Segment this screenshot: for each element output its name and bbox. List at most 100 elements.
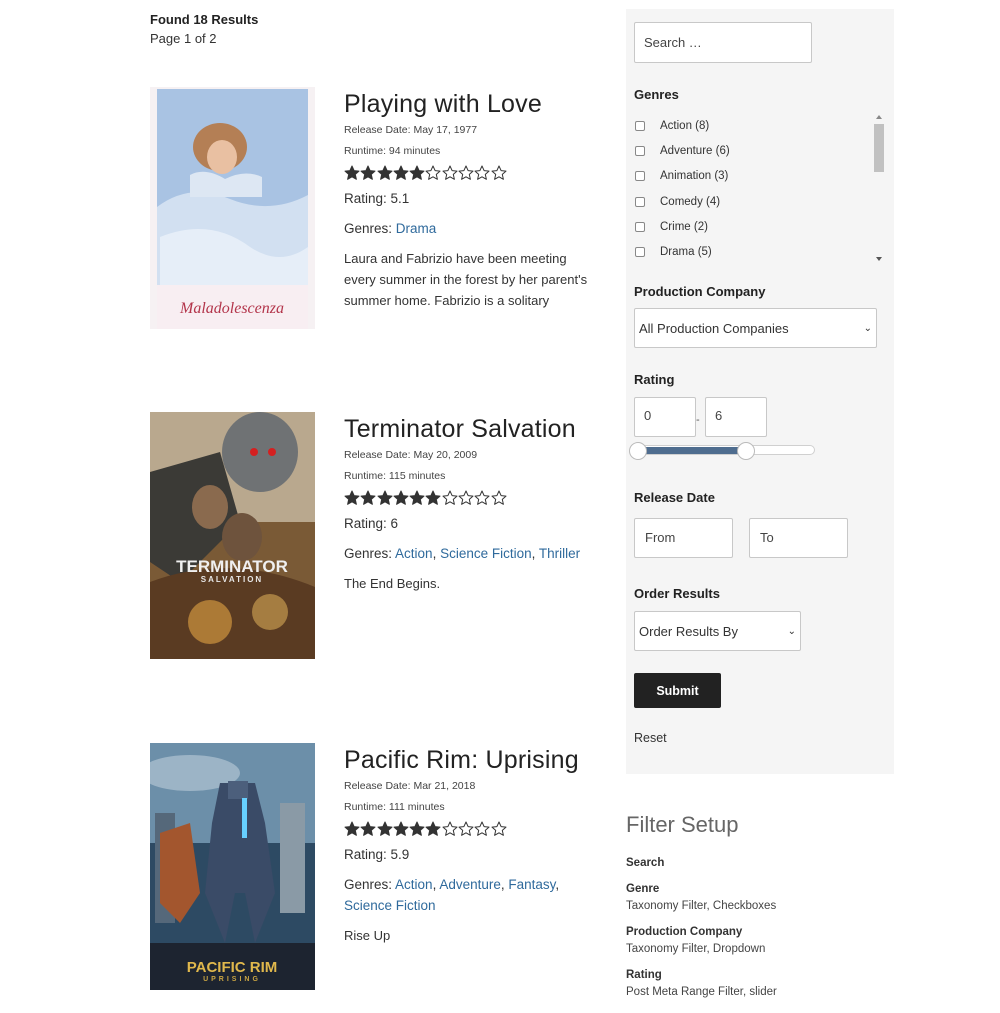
genre-link[interactable]: Fantasy — [508, 877, 555, 892]
movie-poster[interactable]: Maladolescenza — [150, 87, 315, 329]
checkbox[interactable] — [635, 247, 645, 258]
checkbox[interactable] — [635, 221, 645, 232]
genre-checkbox-list: Action (8) Adventure (6) Animation (3) C… — [634, 113, 886, 263]
genre-option[interactable]: Animation (3) — [634, 164, 886, 189]
star-half-icon — [425, 821, 441, 836]
setup-item: Rating Post Meta Range Filter, slider — [626, 967, 916, 1001]
star-empty-icon — [458, 821, 474, 836]
setup-item-desc: Taxonomy Filter, Checkboxes — [626, 900, 777, 912]
rating-max-input[interactable]: 6 — [705, 397, 767, 437]
star-empty-icon — [491, 821, 507, 836]
star-full-icon — [377, 490, 393, 505]
movie-poster[interactable]: PACIFIC RIM UPRISING — [150, 743, 315, 990]
release-date: Release Date: May 17, 1977 — [344, 124, 478, 136]
genres-line: Genres: Action, Adventure, Fantasy, Scie… — [344, 877, 560, 913]
genres-line: Genres: Drama — [344, 218, 594, 239]
scroll-down-arrow-icon[interactable] — [876, 257, 882, 261]
chevron-down-icon: ⌄ — [787, 625, 796, 637]
select-value: Order Results By — [639, 623, 738, 639]
movie-poster[interactable]: TERMINATOR SALVATION — [150, 412, 315, 659]
star-full-icon — [393, 165, 409, 180]
movie-info: Pacific Rim: Uprising Release Date: Mar … — [344, 743, 594, 946]
filter-setup-title: Filter Setup — [626, 812, 739, 837]
setup-item-desc: Post Meta Range Filter, slider — [626, 986, 777, 998]
movie-title[interactable]: Terminator Salvation — [344, 413, 594, 445]
genre-link[interactable]: Action — [395, 546, 433, 561]
star-full-icon — [409, 165, 425, 180]
star-full-icon — [409, 490, 425, 505]
star-empty-icon — [442, 165, 458, 180]
slider-range-fill — [639, 447, 749, 454]
rating-text: Rating: 6 — [344, 516, 399, 531]
checkbox[interactable] — [635, 171, 645, 182]
genre-link[interactable]: Drama — [396, 221, 437, 236]
runtime: Runtime: 111 minutes — [344, 801, 445, 813]
star-empty-icon — [474, 165, 490, 180]
checkbox[interactable] — [635, 196, 645, 207]
filter-setup: Filter Setup Search Genre Taxonomy Filte… — [626, 811, 916, 1001]
search-input[interactable]: Search … — [634, 22, 812, 63]
submit-button[interactable]: Submit — [634, 673, 721, 708]
star-full-icon — [393, 821, 409, 836]
genres-line: Genres: Action, Science Fiction, Thrille… — [344, 546, 581, 561]
genres-label: Genres: — [344, 546, 396, 561]
checkbox[interactable] — [635, 145, 645, 156]
rating-text: Rating: 5.1 — [344, 191, 410, 206]
star-empty-icon — [442, 821, 458, 836]
results-meta: Found 18 Results Page 1 of 2 — [150, 11, 258, 49]
genre-option[interactable]: Drama (5) — [634, 239, 886, 263]
movie-description: The End Begins. — [344, 576, 441, 591]
reset-link[interactable]: Reset — [634, 731, 667, 745]
rating-text: Rating: 5.9 — [344, 847, 410, 862]
scrollbar-thumb[interactable] — [874, 124, 884, 172]
genre-link[interactable]: Science Fiction — [344, 898, 436, 913]
production-company-heading: Production Company — [634, 284, 766, 299]
results-count: Found 18 Results — [150, 12, 259, 27]
slider-handle-max[interactable] — [737, 442, 755, 460]
movie-info: Playing with Love Release Date: May 17, … — [344, 87, 594, 311]
order-results-select[interactable]: Order Results By ⌄ — [634, 611, 801, 651]
release-date: Release Date: Mar 21, 2018 — [344, 780, 476, 792]
genre-link[interactable]: Thriller — [539, 546, 580, 561]
slider-handle-min[interactable] — [629, 442, 647, 460]
release-from-input[interactable]: From — [634, 518, 733, 558]
genre-link[interactable]: Science Fiction — [440, 546, 532, 561]
genre-option-label: Action (8) — [660, 119, 710, 132]
poster-subtitle-text: UPRISING — [203, 976, 261, 983]
poster-subtitle-text: SALVATION — [201, 575, 263, 584]
genre-option[interactable]: Crime (2) — [634, 214, 886, 239]
star-full-icon — [360, 165, 376, 180]
genre-option[interactable]: Adventure (6) — [634, 138, 886, 163]
setup-item-desc: Taxonomy Filter, Dropdown — [626, 943, 766, 955]
range-separator: - — [696, 414, 700, 426]
page-indicator: Page 1 of 2 — [150, 31, 217, 46]
star-rating — [344, 490, 594, 510]
genre-option[interactable]: Action (8) — [634, 113, 886, 138]
production-company-select[interactable]: All Production Companies ⌄ — [634, 308, 877, 348]
genre-link[interactable]: Adventure — [439, 877, 501, 892]
rating-min-input[interactable]: 0 — [634, 397, 696, 437]
poster-title-text: Maladolescenza — [179, 300, 284, 317]
star-empty-icon — [491, 490, 507, 505]
genre-option[interactable]: Comedy (4) — [634, 189, 886, 214]
genre-list-scrollbar[interactable] — [873, 113, 885, 261]
movie-title[interactable]: Playing with Love — [344, 88, 594, 120]
genre-link[interactable]: Action — [395, 877, 433, 892]
scroll-up-arrow-icon[interactable] — [876, 115, 882, 119]
movie-title[interactable]: Pacific Rim: Uprising — [344, 744, 594, 776]
star-rating — [344, 821, 594, 841]
release-date-heading: Release Date — [634, 490, 715, 505]
rating-slider[interactable] — [629, 442, 815, 460]
star-empty-icon — [474, 490, 490, 505]
star-empty-icon — [458, 490, 474, 505]
checkbox[interactable] — [635, 120, 645, 131]
star-full-icon — [377, 821, 393, 836]
star-empty-icon — [474, 821, 490, 836]
star-empty-icon — [491, 165, 507, 180]
star-full-icon — [360, 821, 376, 836]
movie-info: Terminator Salvation Release Date: May 2… — [344, 412, 594, 594]
release-to-input[interactable]: To — [749, 518, 848, 558]
runtime: Runtime: 115 minutes — [344, 470, 446, 482]
setup-item-label: Production Company — [626, 926, 743, 938]
genre-option-label: Comedy (4) — [660, 195, 721, 208]
